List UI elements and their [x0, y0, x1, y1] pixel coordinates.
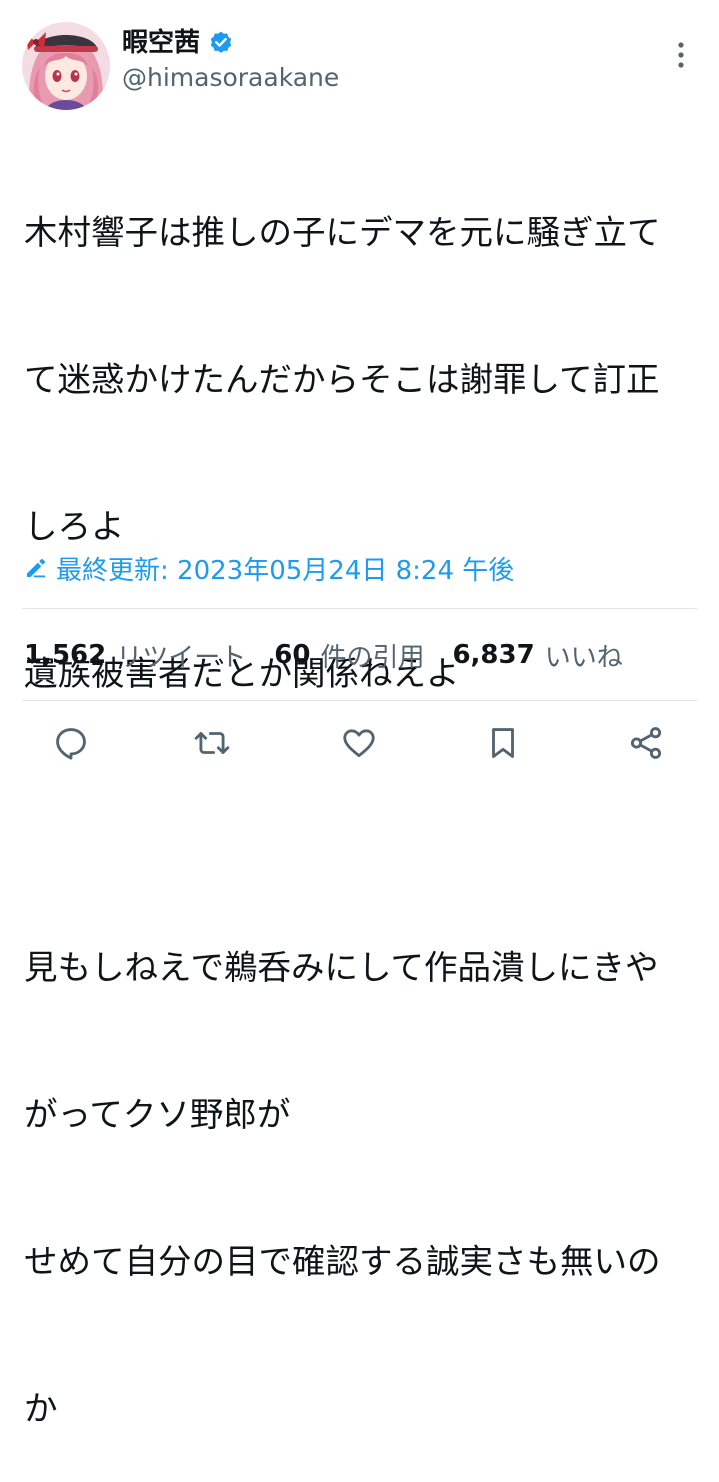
verified-badge-icon: [208, 30, 234, 56]
last-edited-label[interactable]: 最終更新: 2023年05月24日 8:24 午後: [56, 550, 514, 587]
retweets-label: リツイート: [116, 642, 247, 673]
likes-count: 6,837: [452, 640, 535, 670]
tweet-line: せめて自分の目で確認する誠実さも無いの: [24, 1242, 661, 1281]
share-icon[interactable]: [627, 724, 665, 762]
more-options-icon[interactable]: [674, 40, 688, 70]
like-icon[interactable]: [340, 724, 378, 762]
display-name-row[interactable]: 暇空茜: [122, 26, 234, 60]
quotes-stat[interactable]: 60 件の引用: [274, 637, 424, 674]
bookmark-icon[interactable]: [484, 724, 522, 762]
tweet-line: しろよ: [24, 507, 125, 546]
likes-stat[interactable]: 6,837 いいね: [452, 637, 622, 674]
avatar[interactable]: [22, 22, 110, 110]
display-name[interactable]: 暇空茜: [122, 26, 200, 60]
tweet-line: がってクソ野郎が: [24, 1095, 291, 1134]
retweets-count: 1,562: [24, 640, 107, 670]
reply-icon[interactable]: [52, 724, 90, 762]
tweet-actions: [0, 718, 719, 768]
likes-label: いいね: [544, 642, 623, 673]
tweet-line: 木村響子は推しの子にデマを元に騒ぎ立て: [24, 213, 661, 252]
tweet-line: て迷惑かけたんだからそこは謝罪して訂正: [24, 360, 660, 399]
tweet-line: 見もしねえで鵜呑みにして作品潰しにきや: [24, 948, 659, 987]
user-handle[interactable]: @himasoraakane: [122, 62, 339, 94]
divider: [22, 700, 697, 701]
tweet-line: か: [24, 1389, 58, 1428]
retweet-icon[interactable]: [193, 724, 231, 762]
divider: [22, 608, 697, 609]
last-edited-link[interactable]: 最終更新: 2023年05月24日 8:24 午後: [24, 548, 514, 588]
tweet-text: 木村響子は推しの子にデマを元に騒ぎ立て て迷惑かけたんだからそこは謝罪して訂正 …: [24, 110, 704, 1482]
anime-girl-avatar: [22, 22, 110, 110]
engagement-stats: 1,562 リツイート 60 件の引用 6,837 いいね: [24, 634, 651, 676]
quotes-count: 60: [274, 640, 311, 670]
quotes-label: 件の引用: [320, 642, 425, 673]
retweets-stat[interactable]: 1,562 リツイート: [24, 637, 246, 674]
pencil-icon: [24, 556, 48, 580]
